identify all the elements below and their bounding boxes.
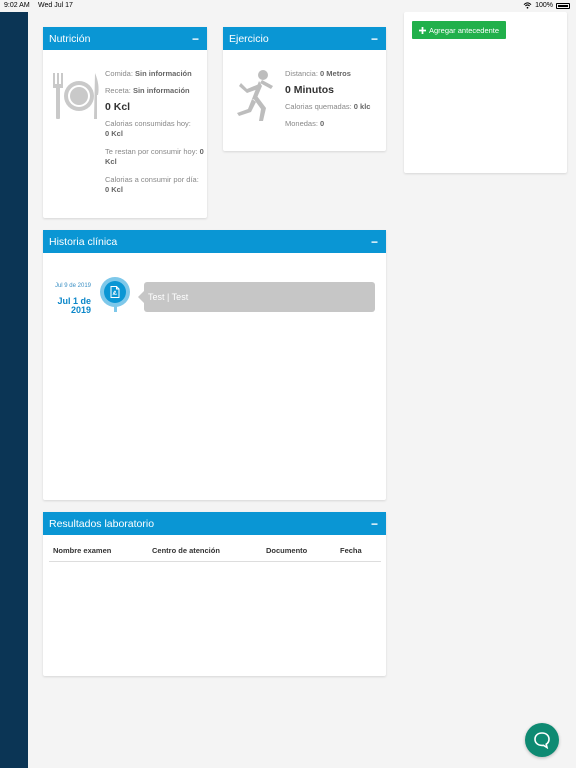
timeline-date-big: Jul 1 de 2019	[57, 296, 91, 315]
wifi-icon	[523, 2, 532, 9]
column-fecha[interactable]: Fecha	[340, 546, 362, 555]
collapse-lab-button[interactable]: −	[371, 517, 378, 531]
nutrition-panel: Nutrición − Comida: Sin información Rece…	[43, 27, 207, 218]
timeline-marker-inner	[104, 281, 126, 303]
chat-icon	[534, 732, 550, 749]
status-right: 100%	[523, 2, 570, 9]
distancia-value: 0 Metros	[320, 69, 351, 78]
collapse-nutrition-button[interactable]: −	[192, 32, 199, 46]
lab-results-title: Resultados laboratorio	[49, 517, 155, 530]
status-time: 9:02 AM	[4, 2, 30, 9]
lab-table-header: Nombre examen Centro de atención Documen…	[49, 542, 381, 562]
history-panel: Historia clínica − Jul 9 de 2019 Jul 1 d…	[43, 230, 386, 500]
nutrition-kcal: 0 Kcl	[105, 101, 131, 113]
consumidas-value: 0 Kcl	[105, 129, 123, 138]
monedas-row: Monedas: 0	[285, 119, 325, 128]
battery-percent: 100%	[535, 2, 553, 9]
lab-results-header[interactable]: Resultados laboratorio −	[43, 512, 386, 535]
comida-row: Comida: Sin información	[105, 69, 192, 78]
monedas-value: 0	[320, 119, 325, 128]
status-date: Wed Jul 17	[38, 2, 73, 9]
quemadas-value: 0 klc	[353, 102, 371, 111]
exercise-title: Ejercicio	[229, 32, 269, 45]
comida-value: Sin información	[135, 69, 192, 78]
column-nombre-examen[interactable]: Nombre examen	[53, 546, 111, 555]
exercise-header[interactable]: Ejercicio −	[223, 27, 386, 50]
timeline-entry-text: Test | Test	[148, 292, 189, 302]
receta-row: Receta: Sin información	[105, 86, 190, 95]
nutrition-title: Nutrición	[49, 32, 91, 45]
chat-button[interactable]	[525, 723, 559, 757]
distancia-row: Distancia: 0 Metros	[285, 69, 351, 78]
timeline-entry[interactable]: Test | Test	[138, 282, 375, 312]
consumidas-row: Calorias consumidas hoy: 0 Kcl	[105, 119, 191, 138]
exercise-panel: Ejercicio − Distancia: 0 Metros 0 Minuto…	[223, 27, 386, 151]
status-bar: 9:02 AM Wed Jul 17 100%	[0, 0, 576, 12]
column-centro-atencion[interactable]: Centro de atención	[152, 546, 220, 555]
runner-icon	[237, 70, 273, 121]
exercise-minutes: 0 Minutos	[285, 84, 334, 96]
collapse-exercise-button[interactable]: −	[371, 32, 378, 46]
sidebar	[0, 12, 28, 768]
receta-value: Sin información	[132, 86, 190, 95]
add-antecedente-button[interactable]: Agregar antecedente	[412, 21, 507, 39]
history-header[interactable]: Historia clínica −	[43, 230, 386, 253]
por-dia-row: Calorias a consumir por día: 0 Kcl	[105, 175, 199, 194]
timeline-date-small: Jul 9 de 2019	[54, 283, 91, 289]
pdf-icon	[110, 286, 120, 298]
lab-results-panel: Resultados laboratorio − Nombre examen C…	[43, 512, 386, 676]
timeline-marker[interactable]	[100, 277, 130, 307]
add-antecedente-label: Agregar antecedente	[429, 25, 500, 35]
restan-row: Te restan por consumir hoy: 0 Kcl	[105, 147, 204, 166]
column-documento[interactable]: Documento	[266, 546, 307, 555]
plate-icon	[53, 73, 99, 119]
nutrition-header[interactable]: Nutrición −	[43, 27, 207, 50]
collapse-history-button[interactable]: −	[371, 235, 378, 249]
battery-icon	[556, 2, 570, 9]
plus-icon	[419, 26, 426, 34]
quemadas-row: Calorias quemadas: 0 klc	[285, 102, 371, 111]
history-title: Historia clínica	[49, 235, 118, 248]
antecedentes-panel: Agregar antecedente	[404, 12, 567, 173]
por-dia-value: 0 Kcl	[105, 185, 123, 194]
